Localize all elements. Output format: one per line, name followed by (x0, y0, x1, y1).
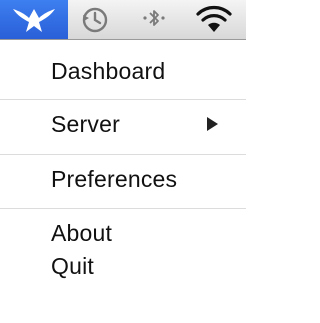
menu-item-quit[interactable]: Quit (0, 253, 246, 287)
menu-separator (0, 208, 246, 209)
menu-separator (0, 99, 246, 100)
wifi-icon (196, 6, 232, 32)
menu-separator (0, 154, 246, 155)
menu-bar (0, 0, 246, 40)
submenu-arrow-icon (207, 117, 218, 131)
menu-item-label: Server (51, 111, 120, 137)
dropdown-menu: Dashboard Server Preferences About Quit (0, 40, 246, 323)
menu-item-label: Dashboard (51, 58, 166, 84)
time-machine-icon (82, 7, 108, 33)
menu-item-label: About (51, 220, 113, 246)
app-logo-icon (13, 8, 55, 32)
time-machine-status-item[interactable] (74, 0, 116, 40)
menu-item-about[interactable]: About (0, 220, 246, 254)
menu-item-preferences[interactable]: Preferences (0, 166, 246, 200)
menu-item-server[interactable]: Server (0, 111, 246, 145)
menu-item-label: Quit (51, 253, 94, 279)
menu-item-dashboard[interactable]: Dashboard (0, 58, 246, 92)
bluetooth-icon (143, 10, 165, 26)
bluetooth-status-item[interactable] (136, 0, 172, 40)
menu-item-label: Preferences (51, 166, 178, 192)
wifi-status-item[interactable] (190, 0, 238, 40)
app-status-item[interactable] (0, 0, 68, 39)
